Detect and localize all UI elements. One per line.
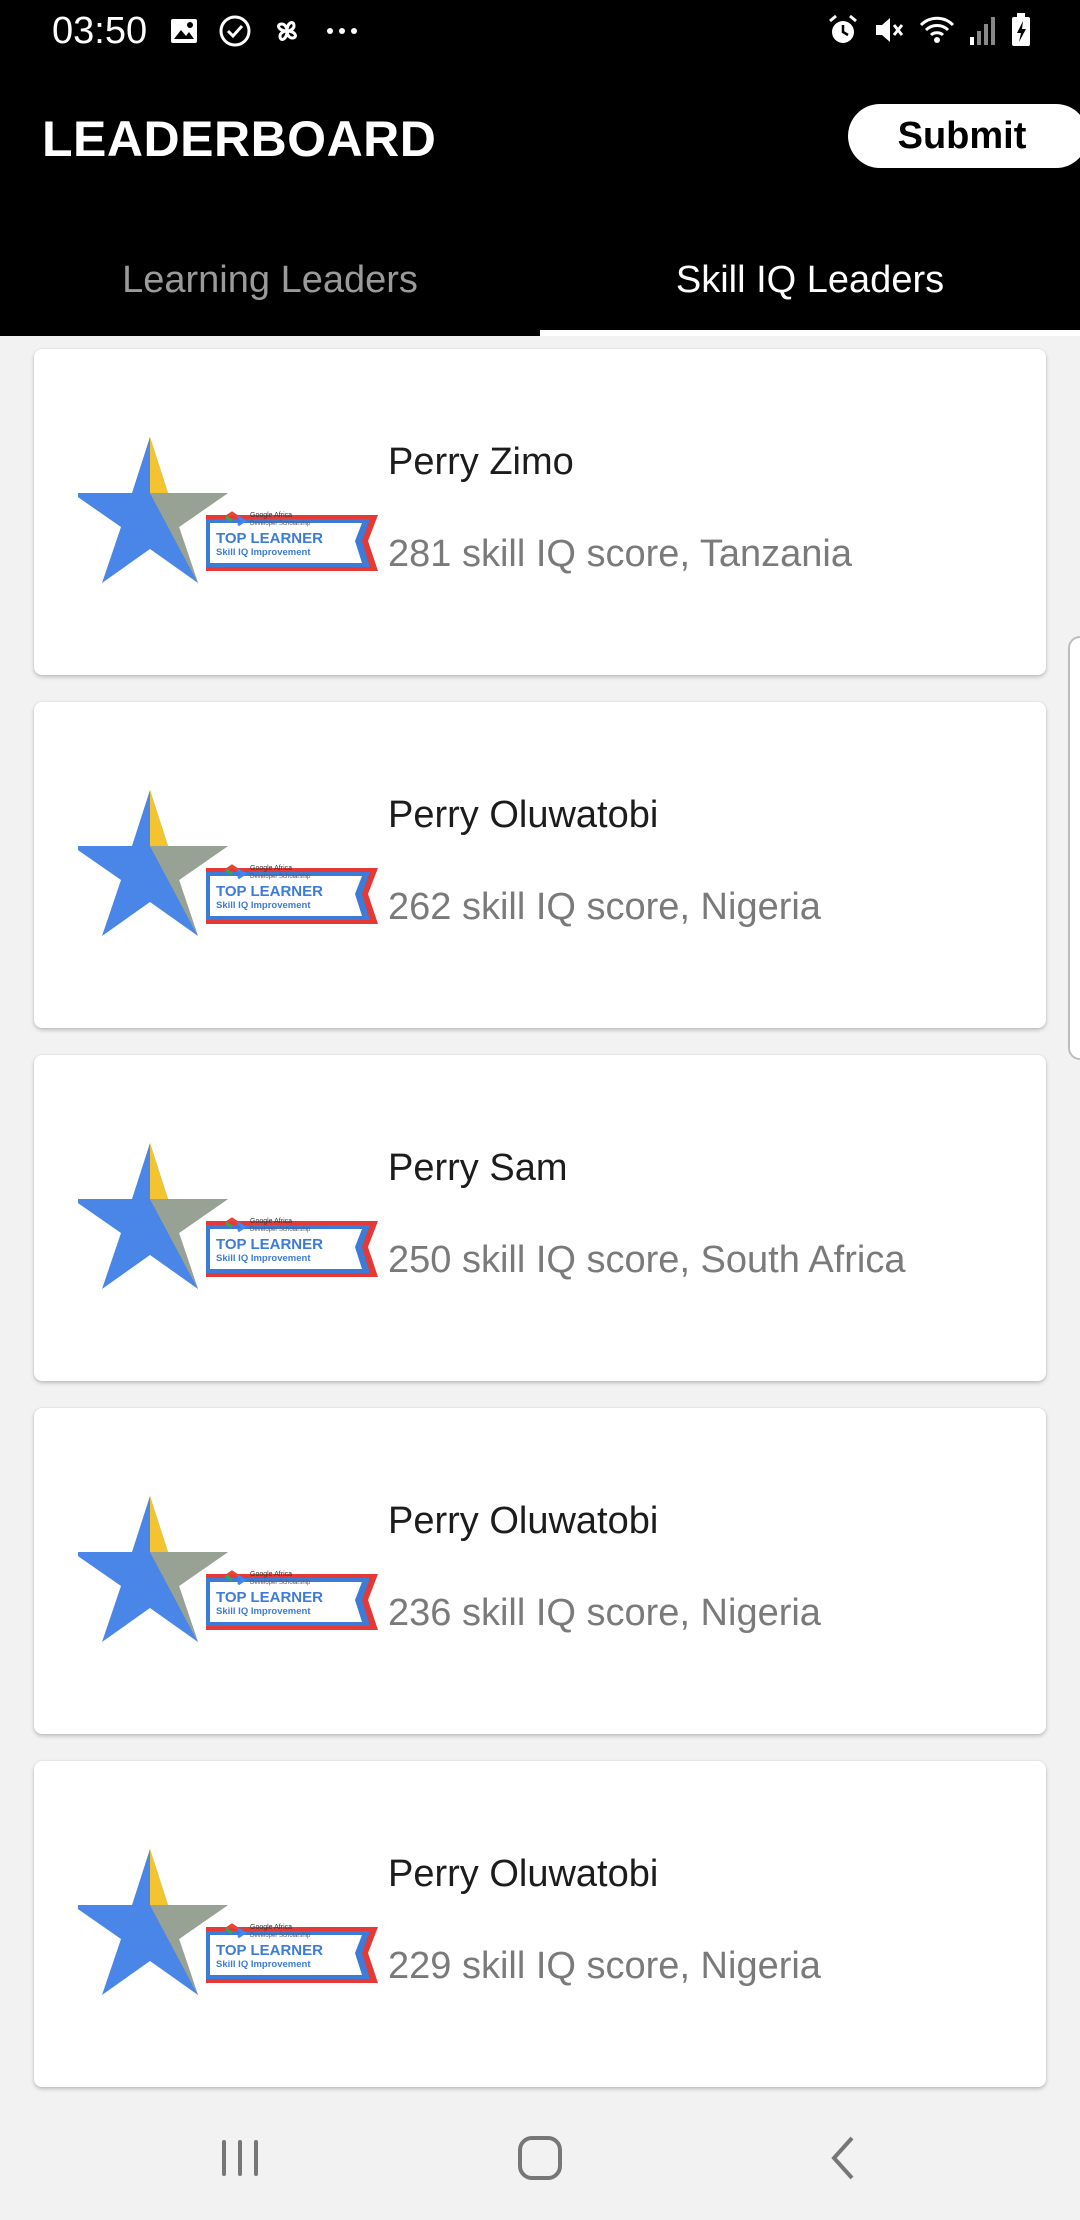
badge-brand-line1: Google Africa: [250, 1571, 292, 1578]
badge-title: TOP LEARNER: [216, 1942, 323, 1959]
leader-detail: 262 skill IQ score, Nigeria: [388, 886, 821, 928]
submit-button[interactable]: Submit: [848, 104, 1080, 168]
badge-brand-line1: Google Africa: [250, 1924, 292, 1931]
battery-icon: [1010, 12, 1032, 48]
badge-subtitle: Skill IQ Improvement: [216, 547, 311, 558]
leader-card[interactable]: Google Africa Developer Scholarship TOP …: [34, 1761, 1046, 2087]
image-icon: [168, 15, 200, 47]
badge-brand-line2: Developer Scholarship: [250, 874, 311, 880]
leader-detail: 281 skill IQ score, Tanzania: [388, 533, 852, 575]
navigation-bar: [0, 2094, 1080, 2220]
wifi-icon: [918, 13, 956, 47]
pinwheel-icon: [270, 14, 304, 48]
app-bar: LEADERBOARD Submit: [0, 64, 1080, 224]
badge-brand-line1: Google Africa: [250, 512, 292, 519]
alarm-icon: [826, 13, 860, 47]
scroll-handle[interactable]: [1068, 636, 1080, 1060]
mute-icon: [872, 13, 906, 47]
leader-card[interactable]: Google Africa Developer Scholarship TOP …: [34, 702, 1046, 1028]
badge-title: TOP LEARNER: [216, 883, 323, 900]
page-title: LEADERBOARD: [42, 111, 437, 167]
badge-subtitle: Skill IQ Improvement: [216, 1253, 311, 1264]
status-bar: 03:50: [0, 0, 1080, 64]
recents-icon[interactable]: [210, 2128, 270, 2188]
leader-name: Perry Zimo: [388, 441, 574, 483]
back-icon[interactable]: [814, 2128, 874, 2188]
leader-card[interactable]: Google Africa Developer Scholarship TOP …: [34, 1408, 1046, 1734]
badge-subtitle: Skill IQ Improvement: [216, 900, 311, 911]
leader-name: Perry Oluwatobi: [388, 1853, 659, 1895]
badge-brand-line1: Google Africa: [250, 1218, 292, 1225]
home-icon[interactable]: [510, 2128, 570, 2188]
badge-title: TOP LEARNER: [216, 1236, 323, 1253]
top-learner-badge-icon: Google Africa Developer Scholarship TOP …: [78, 790, 378, 936]
badge-brand-line2: Developer Scholarship: [250, 1227, 311, 1233]
badge-brand-line2: Developer Scholarship: [250, 1933, 311, 1939]
leader-name: Perry Sam: [388, 1147, 568, 1189]
leader-detail: 229 skill IQ score, Nigeria: [388, 1945, 821, 1987]
status-time: 03:50: [52, 10, 148, 52]
top-learner-badge-icon: Google Africa Developer Scholarship TOP …: [78, 1143, 378, 1289]
leader-list[interactable]: Google Africa Developer Scholarship TOP …: [0, 336, 1080, 2094]
badge-subtitle: Skill IQ Improvement: [216, 1606, 311, 1617]
top-learner-badge-icon: Google Africa Developer Scholarship TOP …: [78, 1496, 378, 1642]
status-right-icons: [826, 12, 1032, 48]
tab-skill-iq-leaders[interactable]: Skill IQ Leaders: [540, 224, 1080, 336]
badge-subtitle: Skill IQ Improvement: [216, 1959, 311, 1970]
status-left-icons: [168, 14, 362, 48]
tab-bar: Learning Leaders Skill IQ Leaders: [0, 224, 1080, 336]
check-circle-icon: [218, 14, 252, 48]
badge-title: TOP LEARNER: [216, 530, 323, 547]
signal-icon: [968, 13, 998, 47]
leader-detail: 250 skill IQ score, South Africa: [388, 1239, 906, 1281]
leader-name: Perry Oluwatobi: [388, 1500, 659, 1542]
top-learner-badge-icon: Google Africa Developer Scholarship TOP …: [78, 437, 378, 583]
badge-brand-line2: Developer Scholarship: [250, 521, 311, 527]
leader-name: Perry Oluwatobi: [388, 794, 659, 836]
leader-detail: 236 skill IQ score, Nigeria: [388, 1592, 821, 1634]
tab-learning-leaders[interactable]: Learning Leaders: [0, 224, 540, 336]
leader-card[interactable]: Google Africa Developer Scholarship TOP …: [34, 1055, 1046, 1381]
badge-brand-line1: Google Africa: [250, 865, 292, 872]
badge-title: TOP LEARNER: [216, 1589, 323, 1606]
leader-card[interactable]: Google Africa Developer Scholarship TOP …: [34, 349, 1046, 675]
badge-brand-line2: Developer Scholarship: [250, 1580, 311, 1586]
more-dots-icon: [322, 15, 362, 47]
top-learner-badge-icon: Google Africa Developer Scholarship TOP …: [78, 1849, 378, 1995]
